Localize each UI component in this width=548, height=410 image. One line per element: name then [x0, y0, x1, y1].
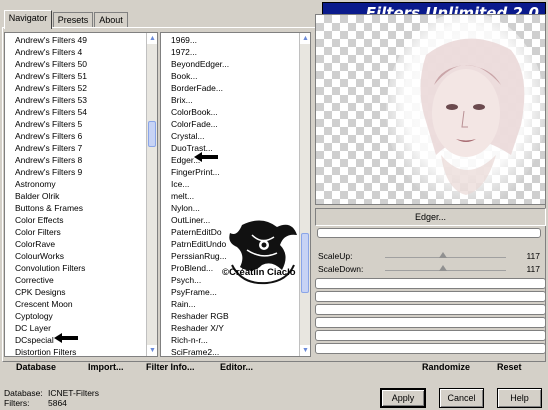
- list-item[interactable]: ColorFade...: [161, 118, 310, 130]
- list-item[interactable]: Corrective: [5, 274, 157, 286]
- list-item[interactable]: Andrew's Filters 6: [5, 130, 157, 142]
- filter-items: 1969... 1972... BeyondEdger... Book... Borde…: [161, 33, 310, 356]
- list-item[interactable]: Convolution Filters: [5, 262, 157, 274]
- list-item[interactable]: DC Layer: [5, 322, 157, 334]
- watermark-logo: ©Créatiin Ciaclo: [222, 220, 297, 285]
- filter-info-button[interactable]: Filter Info...: [146, 360, 195, 374]
- empty-slider-slot: [315, 278, 546, 289]
- scroll-up-icon[interactable]: ▲: [300, 33, 310, 44]
- filter-scrollbar[interactable]: ▲ ▼: [299, 33, 310, 356]
- tab-presets[interactable]: Presets: [53, 12, 93, 28]
- tab-about[interactable]: About: [94, 12, 128, 28]
- list-item[interactable]: Crescent Moon: [5, 298, 157, 310]
- list-item[interactable]: DuoTrast...: [161, 142, 310, 154]
- list-item[interactable]: Andrew's Filters 53: [5, 94, 157, 106]
- randomize-button[interactable]: Randomize: [422, 360, 470, 374]
- list-item[interactable]: Ice...: [161, 178, 310, 190]
- slider-value: 117: [526, 264, 540, 274]
- list-item[interactable]: Reshader X/Y: [161, 322, 310, 334]
- list-item[interactable]: Astronomy: [5, 178, 157, 190]
- list-item[interactable]: SciFrame2...: [161, 346, 310, 356]
- scroll-up-icon[interactable]: ▲: [147, 33, 157, 44]
- filter-list[interactable]: 1969... 1972... BeyondEdger... Book... Borde…: [160, 32, 311, 357]
- scroll-down-icon[interactable]: ▼: [300, 345, 310, 356]
- slider-label: ScaleDown:: [318, 264, 364, 274]
- category-scrollbar[interactable]: ▲ ▼: [146, 33, 157, 356]
- portrait-image: [386, 12, 546, 208]
- arrow-icon: [194, 152, 218, 162]
- slider-scaledown[interactable]: ScaleDown: 117: [315, 264, 546, 276]
- category-items: Andrew's Filters 49 Andrew's Filters 4 And…: [5, 33, 157, 356]
- selected-filter-name: Edger...: [315, 208, 546, 226]
- list-item[interactable]: 1969...: [161, 34, 310, 46]
- list-item[interactable]: Distortion Filters: [5, 346, 157, 356]
- list-item[interactable]: Nylon...: [161, 202, 310, 214]
- list-item[interactable]: Andrew's Filters 50: [5, 58, 157, 70]
- import-button[interactable]: Import...: [88, 360, 124, 374]
- progress-bar: [317, 228, 541, 238]
- arrow-icon: [54, 333, 78, 343]
- list-item[interactable]: CPK Designs: [5, 286, 157, 298]
- list-item[interactable]: ColorBook...: [161, 106, 310, 118]
- database-button[interactable]: Database: [16, 360, 56, 374]
- empty-slider-slot: [315, 291, 546, 302]
- list-item[interactable]: BeyondEdger...: [161, 58, 310, 70]
- list-item[interactable]: Buttons & Frames: [5, 202, 157, 214]
- list-item[interactable]: ColorRave: [5, 238, 157, 250]
- list-item[interactable]: Andrew's Filters 54: [5, 106, 157, 118]
- preview-image: [315, 12, 546, 208]
- scroll-thumb[interactable]: [148, 121, 156, 147]
- list-item[interactable]: Color Effects: [5, 214, 157, 226]
- editor-button[interactable]: Editor...: [220, 360, 253, 374]
- empty-slider-slot: [315, 304, 546, 315]
- slider-knob[interactable]: [439, 252, 448, 258]
- cancel-button[interactable]: Cancel: [439, 388, 484, 408]
- list-item[interactable]: 1972...: [161, 46, 310, 58]
- list-item[interactable]: Andrew's Filters 9: [5, 166, 157, 178]
- list-item[interactable]: Brix...: [161, 94, 310, 106]
- list-item[interactable]: Color Filters: [5, 226, 157, 238]
- list-item[interactable]: Crystal...: [161, 130, 310, 142]
- database-value: ICNET-Filters: [48, 388, 99, 398]
- list-item[interactable]: Rich-n-r...: [161, 334, 310, 346]
- reset-button[interactable]: Reset: [497, 360, 522, 374]
- scroll-down-icon[interactable]: ▼: [147, 345, 157, 356]
- tab-strip: Navigator Presets About: [2, 2, 322, 29]
- slider-scaleup[interactable]: ScaleUp: 117: [315, 251, 546, 263]
- list-item[interactable]: Andrew's Filters 52: [5, 82, 157, 94]
- list-item[interactable]: Balder Olrik: [5, 190, 157, 202]
- list-item[interactable]: Rain...: [161, 298, 310, 310]
- list-item[interactable]: Cyptology: [5, 310, 157, 322]
- slider-value: 117: [526, 251, 540, 261]
- help-button[interactable]: Help: [497, 388, 542, 408]
- list-item[interactable]: Book...: [161, 70, 310, 82]
- list-item[interactable]: Andrew's Filters 49: [5, 34, 157, 46]
- slider-label: ScaleUp:: [318, 251, 353, 261]
- list-item[interactable]: BorderFade...: [161, 82, 310, 94]
- watermark-text: ©Créatiin Ciaclo: [222, 267, 296, 278]
- list-item[interactable]: Edger...: [161, 154, 310, 166]
- list-item[interactable]: Andrew's Filters 4: [5, 46, 157, 58]
- bottom-toolbar: Database Import... Filter Info... Editor…: [2, 358, 546, 376]
- list-item[interactable]: Andrew's Filters 5: [5, 118, 157, 130]
- filters-label: Filters:: [4, 398, 30, 408]
- empty-slider-slot: [315, 343, 546, 354]
- list-item[interactable]: melt...: [161, 190, 310, 202]
- slider-knob[interactable]: [439, 265, 448, 271]
- status-info: Database: ICNET-Filters Filters: 5864: [4, 388, 99, 408]
- filters-count: 5864: [48, 398, 67, 408]
- list-item[interactable]: Andrew's Filters 7: [5, 142, 157, 154]
- empty-slider-slot: [315, 317, 546, 328]
- apply-button[interactable]: Apply: [380, 388, 426, 408]
- list-item[interactable]: Andrew's Filters 8: [5, 154, 157, 166]
- empty-slider-slot: [315, 330, 546, 341]
- list-item[interactable]: Andrew's Filters 51: [5, 70, 157, 82]
- database-label: Database:: [4, 388, 43, 398]
- list-item[interactable]: DCspecial: [5, 334, 157, 346]
- tab-navigator[interactable]: Navigator: [4, 10, 52, 29]
- category-list[interactable]: Andrew's Filters 49 Andrew's Filters 4 And…: [4, 32, 158, 357]
- list-item[interactable]: Reshader RGB: [161, 310, 310, 322]
- list-item[interactable]: ColourWorks: [5, 250, 157, 262]
- list-item[interactable]: FingerPrint...: [161, 166, 310, 178]
